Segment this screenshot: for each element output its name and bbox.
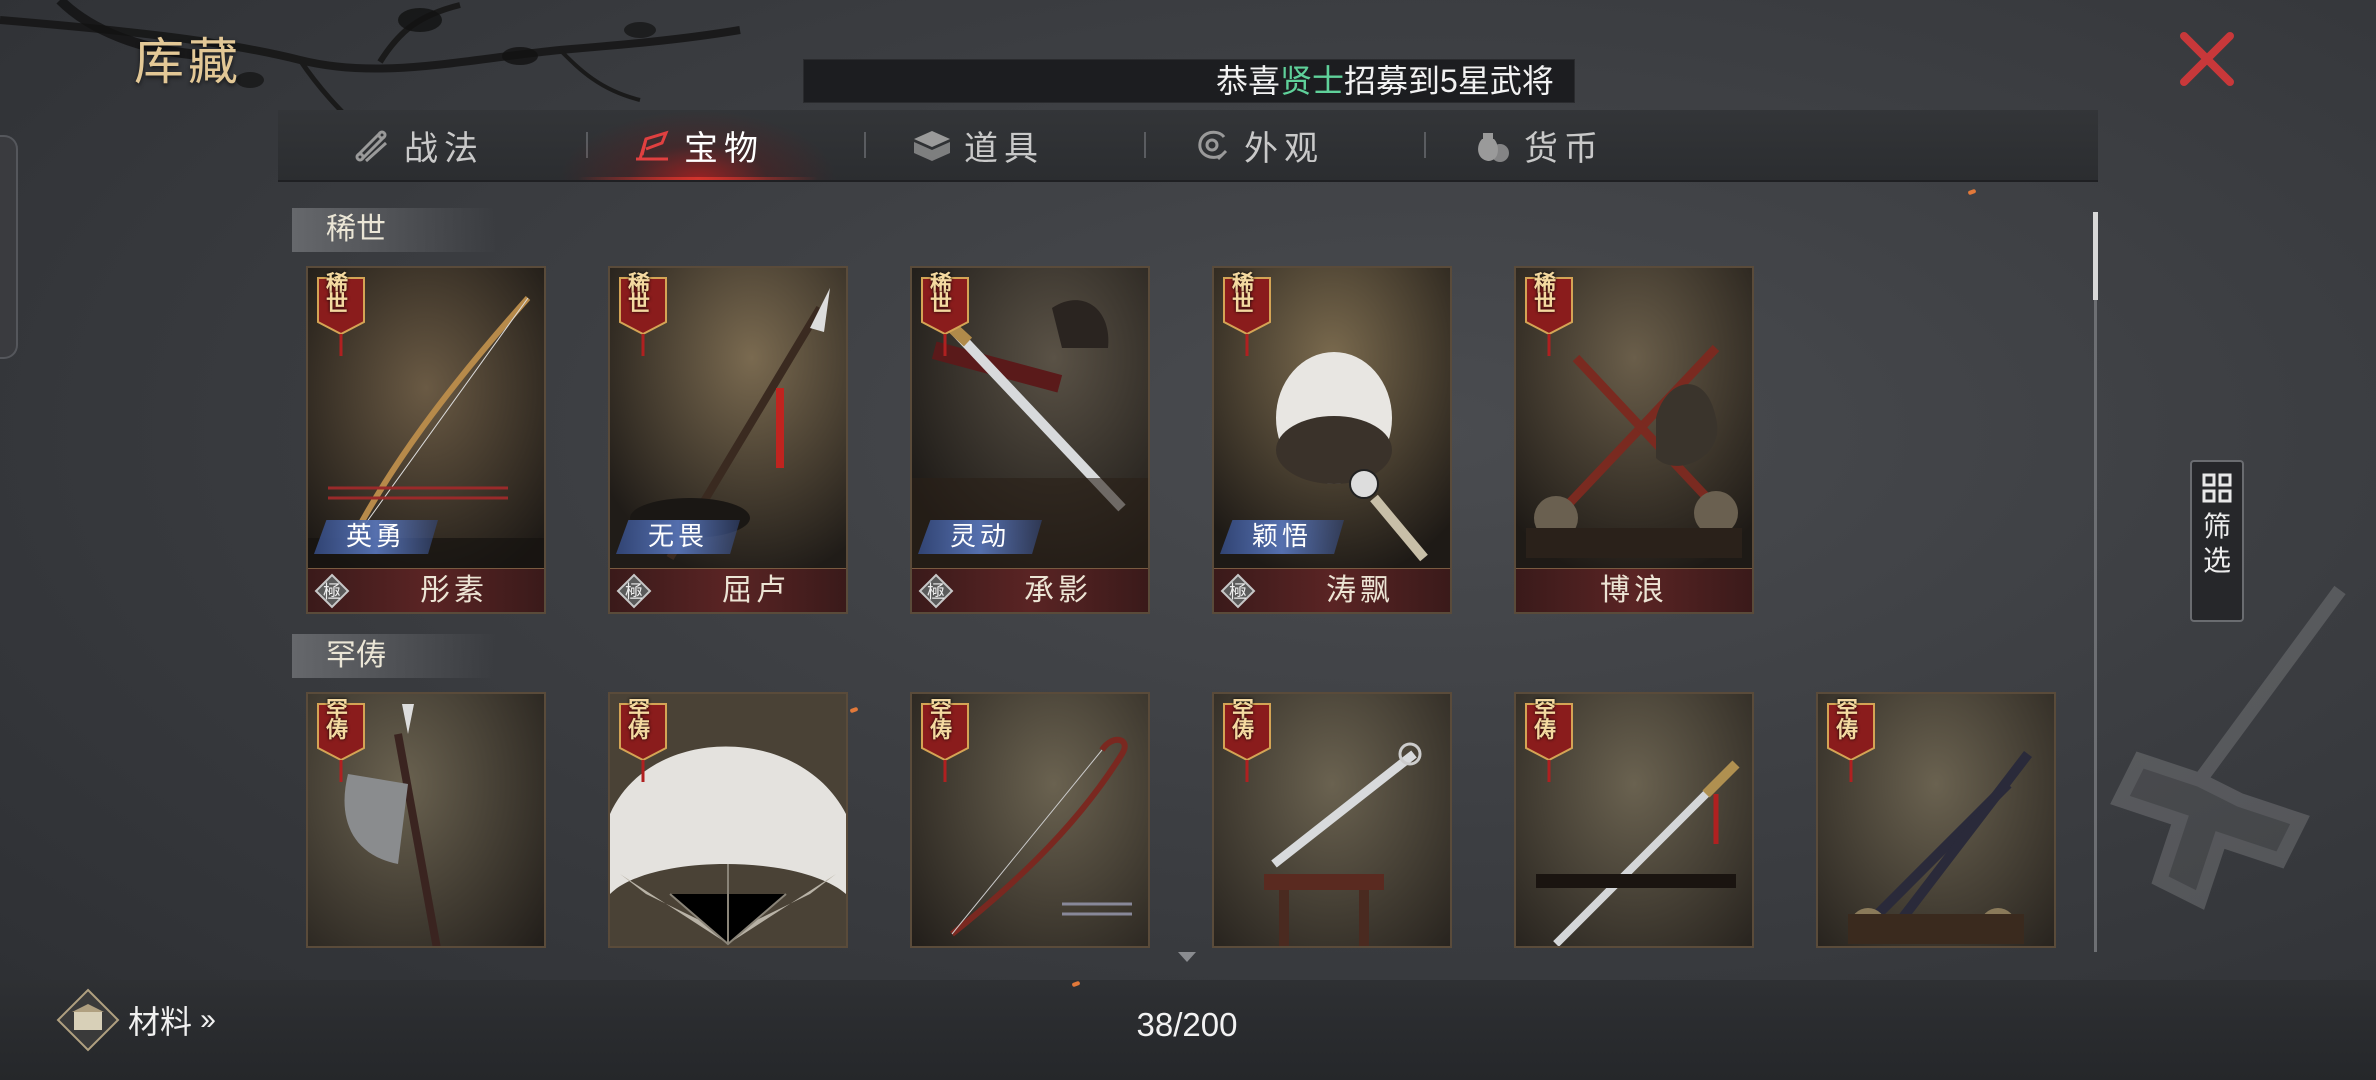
treasure-name: 屈卢 (722, 573, 790, 608)
treasure-name: 博浪 (1600, 573, 1668, 608)
rarity-text: 稀世 (325, 271, 348, 317)
category-tabs: 战法 宝物 道具 外观 货币 (278, 110, 2098, 182)
trait-badge: 英勇 (314, 520, 438, 554)
rarity-text: 罕俦 (325, 697, 348, 743)
chevron-down-icon (1178, 952, 1196, 962)
filter-label: 筛选 (2202, 511, 2231, 576)
side-drawer-handle[interactable] (0, 135, 18, 359)
svg-text:極: 極 (323, 582, 341, 603)
rarity-text: 罕俦 (1231, 697, 1254, 743)
treasure-icon (636, 130, 669, 161)
treasure-card[interactable]: 罕俦 (608, 692, 848, 948)
treasure-name: 承影 (1024, 573, 1092, 608)
inventory-capacity: 38/200 (1136, 1006, 1238, 1043)
rarity-text: 稀世 (929, 271, 952, 317)
scrollbar-thumb[interactable] (2093, 212, 2098, 300)
trait-badge: 颖悟 (1220, 520, 1344, 554)
trait-badge: 无畏 (616, 520, 740, 554)
rarity-text: 罕俦 (929, 697, 952, 743)
rarity-text: 稀世 (1231, 271, 1254, 317)
treasure-card[interactable]: 稀世 博浪 (1514, 266, 1754, 614)
treasure-card[interactable]: 罕俦 (1816, 692, 2056, 948)
materials-label: 材料 (128, 1004, 193, 1040)
treasure-card[interactable]: 罕俦 (910, 692, 1150, 948)
announcement-ticker: 恭喜贤士招募到5星武将 (803, 59, 1575, 103)
page-title: 库藏 (134, 33, 242, 91)
grade-diamond-icon: 極 (314, 573, 350, 609)
rarity-text: 罕俦 (627, 697, 650, 743)
name-bar: 博浪 (1516, 568, 1752, 612)
grade-diamond-icon: 極 (1220, 573, 1256, 609)
name-bar: 極 彤素 (308, 568, 544, 612)
tab-appearance[interactable]: 外观 (1118, 110, 1398, 180)
treasure-card[interactable]: 罕俦 (1212, 692, 1452, 948)
svg-text:極: 極 (927, 582, 945, 603)
coin-bag-icon (1478, 133, 1509, 162)
treasure-card[interactable]: 稀世 无畏 極 屈卢 (608, 266, 848, 614)
materials-chest-icon (56, 988, 120, 1052)
rarity-text: 稀世 (627, 271, 650, 317)
svg-text:極: 極 (625, 582, 643, 603)
treasure-name: 涛飘 (1326, 573, 1394, 608)
tab-treasure[interactable]: 宝物 (558, 110, 838, 180)
ember-decoration (849, 706, 859, 714)
treasure-card[interactable]: 罕俦 (306, 692, 546, 948)
name-bar: 極 承影 (912, 568, 1148, 612)
scroll-bundle-icon (355, 130, 388, 163)
trait-badge: 灵动 (918, 520, 1042, 554)
grade-diamond-icon: 極 (616, 573, 652, 609)
item-box-icon (914, 131, 950, 161)
filter-button[interactable]: 筛选 (2190, 460, 2244, 622)
tab-tactics[interactable]: 战法 (278, 110, 558, 180)
ember-decoration (1967, 188, 1977, 196)
tab-items[interactable]: 道具 (838, 110, 1118, 180)
swirl-icon (1198, 130, 1228, 161)
section-title-uncommon: 罕俦 (292, 634, 496, 678)
sword-watermark-icon (2110, 585, 2346, 910)
name-bar: 極 屈卢 (610, 568, 846, 612)
grade-diamond-icon: 極 (918, 573, 954, 609)
treasure-card[interactable]: 稀世 灵动 極 承影 (910, 266, 1150, 614)
double-chevron-icon: ›› (200, 1003, 216, 1036)
ticker-text: 恭喜贤士招募到5星武将 (1216, 63, 1554, 99)
svg-text:極: 極 (1229, 582, 1247, 603)
treasure-card[interactable]: 稀世 颖悟 極 涛飘 (1212, 266, 1452, 614)
rarity-text: 罕俦 (1835, 697, 1858, 743)
close-icon[interactable] (2176, 28, 2238, 90)
rarity-text: 稀世 (1533, 271, 1556, 317)
tab-currency[interactable]: 货币 (1398, 110, 1678, 180)
name-bar: 極 涛飘 (1214, 568, 1450, 612)
section-title-rare: 稀世 (292, 208, 496, 252)
treasure-card[interactable]: 罕俦 (1514, 692, 1754, 948)
materials-button[interactable]: 材料 ›› (56, 988, 216, 1052)
grid-filter-icon (2202, 473, 2232, 503)
treasure-name: 彤素 (420, 573, 488, 608)
rarity-text: 罕俦 (1533, 697, 1556, 743)
treasure-card[interactable]: 稀世 英勇 極 彤素 (306, 266, 546, 614)
